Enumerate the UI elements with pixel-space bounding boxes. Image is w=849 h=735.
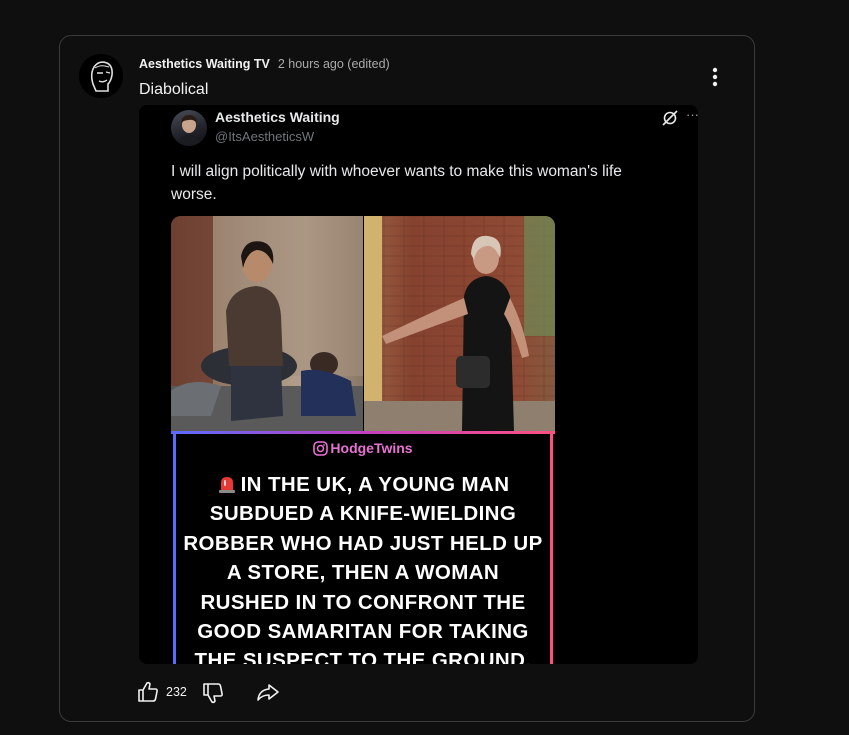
instagram-handle: HodgeTwins (176, 440, 550, 456)
post-timestamp[interactable]: 2 hours ago (edited) (278, 57, 390, 71)
media-headline-text: IN THE UK, A YOUNG MAN SUBDUED A KNIFE-W… (183, 473, 543, 664)
like-count: 232 (166, 685, 187, 699)
vertical-ellipsis-icon (712, 67, 718, 87)
channel-name-link[interactable]: Aesthetics Waiting TV (139, 57, 270, 71)
share-arrow-icon (257, 684, 279, 701)
siren-icon (218, 477, 235, 493)
tweet-author-avatar (171, 110, 207, 146)
more-actions-button[interactable] (700, 62, 730, 92)
tweet-media: HodgeTwins IN THE UK, A YOUNG MAN SUBDUE… (171, 216, 555, 664)
community-post-card: Aesthetics Waiting TV 2 hours ago (edite… (59, 35, 755, 722)
channel-avatar[interactable] (79, 54, 123, 98)
post-action-bar: 232 (136, 678, 281, 706)
dislike-button[interactable] (201, 680, 225, 704)
share-button[interactable] (255, 680, 281, 704)
tweet-text: I will align politically with whoever wa… (171, 163, 622, 203)
thumbs-down-icon (203, 683, 223, 704)
instagram-icon (313, 441, 329, 456)
tweet-more-icon: ··· (686, 107, 698, 122)
grok-icon (662, 110, 678, 126)
media-caption-panel: HodgeTwins IN THE UK, A YOUNG MAN SUBDUE… (171, 431, 555, 664)
media-headline: IN THE UK, A YOUNG MAN SUBDUED A KNIFE-W… (182, 470, 544, 664)
post-text: Diabolical (139, 81, 209, 98)
instagram-handle-text: HodgeTwins (330, 440, 413, 456)
tweet-author-handle: @ItsAestheticsW (215, 129, 315, 144)
tweet-author-name: Aesthetics Waiting (215, 109, 340, 125)
photo-woman-confronting (364, 216, 555, 431)
thumbs-up-icon (138, 681, 158, 702)
like-button[interactable] (136, 680, 160, 704)
post-image-tweet-screenshot[interactable]: Aesthetics Waiting @ItsAestheticsW ··· I… (139, 105, 698, 664)
post-header: Aesthetics Waiting TV 2 hours ago (edite… (139, 55, 390, 73)
photo-man-restraining-suspect (171, 216, 363, 431)
